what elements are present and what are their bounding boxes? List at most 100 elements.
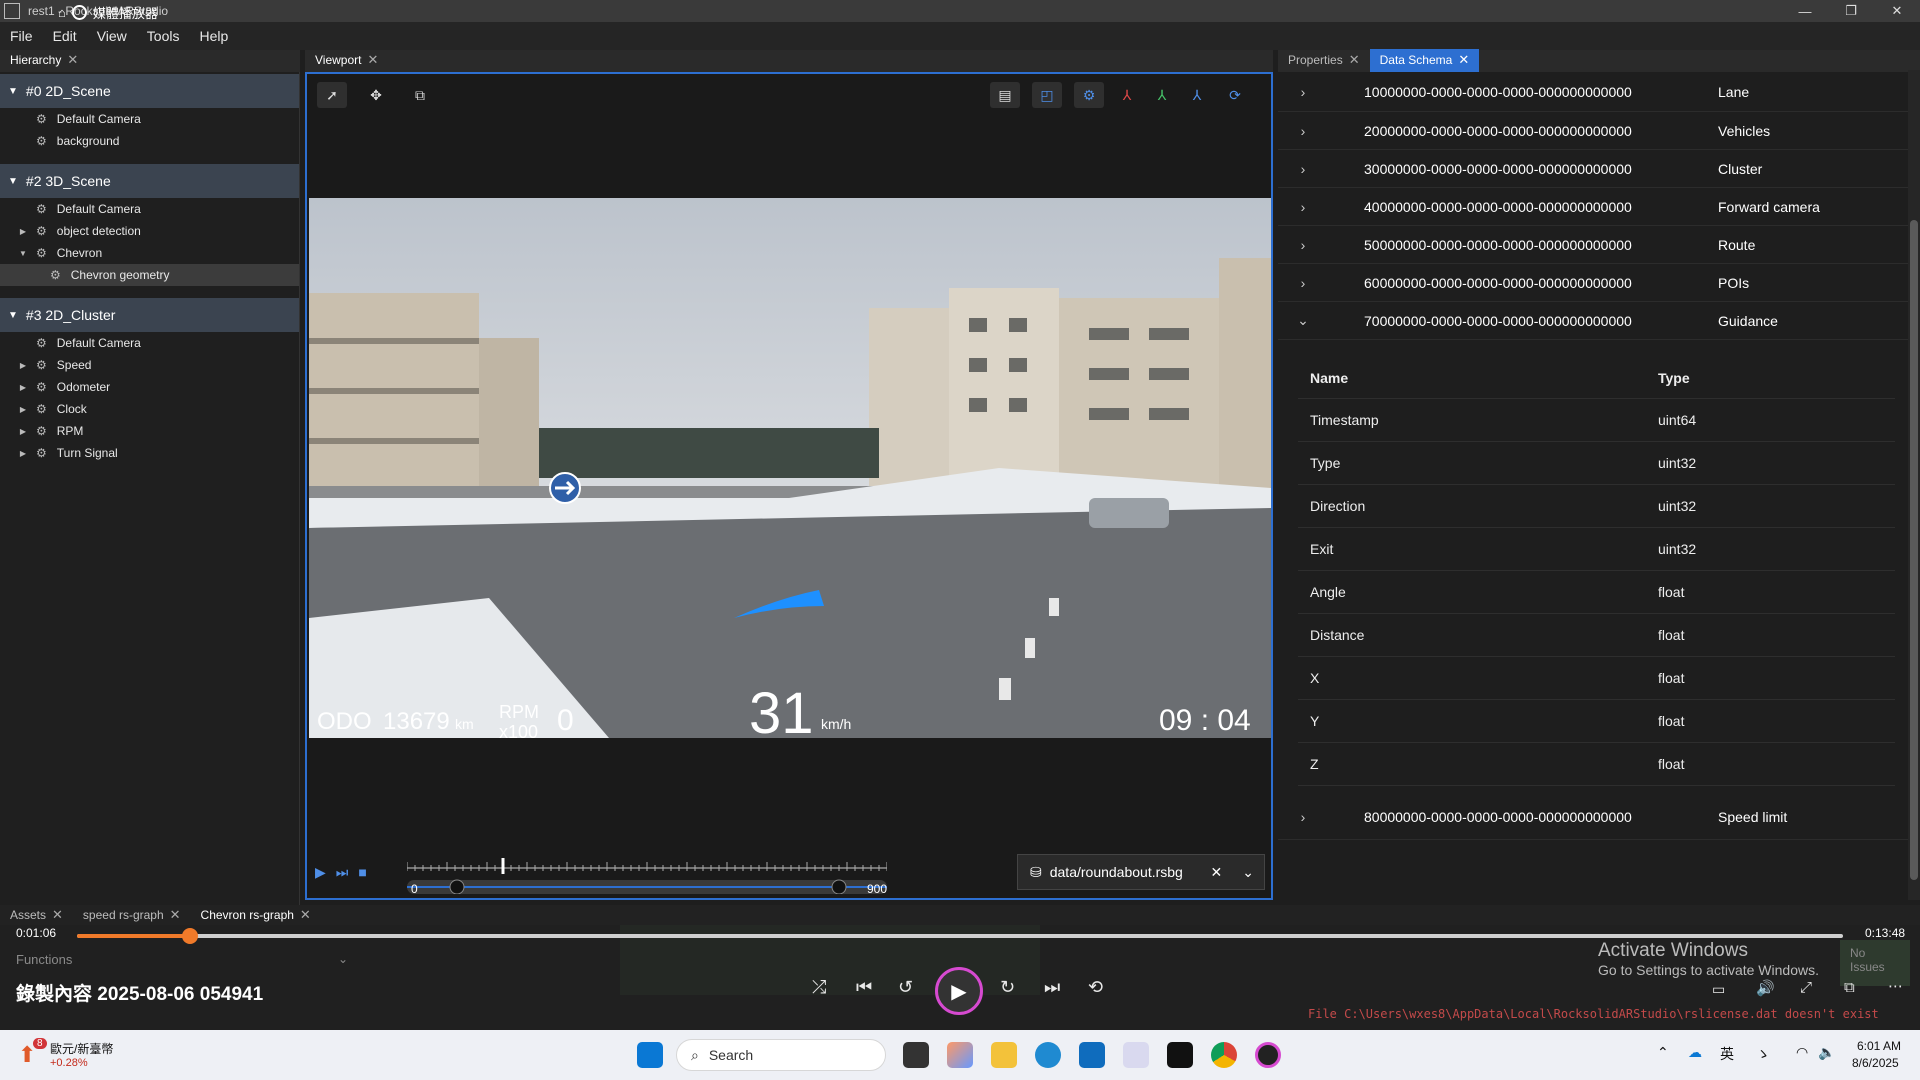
taskbar-search[interactable]: ⌕ Search [676,1039,886,1071]
hierarchy-node[interactable]: ▼ ⚙ Chevron [0,242,299,264]
chevron-right-icon[interactable]: › [1278,123,1328,139]
hierarchy-node[interactable]: ⚙ Default Camera [0,332,299,354]
chrome-icon[interactable] [1211,1042,1237,1068]
tab-properties[interactable]: Properties ✕ [1278,49,1370,72]
snipping-tool-icon[interactable] [1123,1042,1149,1068]
image-toggle-icon[interactable]: ▤ [990,82,1020,108]
axis-z-icon[interactable]: ⅄ [1182,82,1212,108]
hierarchy-node[interactable]: ▶ ⚙ RPM [0,420,299,442]
schema-row[interactable]: › 30000000-0000-0000-0000-000000000000 Clu… [1278,150,1920,188]
expand-icon[interactable]: ▶ [16,383,30,392]
menu-tools[interactable]: Tools [137,28,190,44]
expand-icon[interactable]: ▶ [16,361,30,370]
expand-icon[interactable]: ▶ [16,427,30,436]
close-icon[interactable]: ✕ [52,907,63,923]
home-icon[interactable]: ⌂ [58,5,66,20]
chevron-up-icon[interactable]: ⌃ [1657,1044,1669,1061]
chevron-down-icon[interactable]: ⌄ [1278,312,1328,329]
hierarchy-node[interactable]: ▶ ⚙ Odometer [0,376,299,398]
axis-y-icon[interactable]: ⅄ [1147,82,1177,108]
scene-header[interactable]: ▼ #3 2D_Cluster [0,298,299,332]
fullscreen-icon[interactable]: ⤢ [1800,979,1812,996]
shuffle-icon[interactable]: ⤮ [812,977,826,998]
tab-assets[interactable]: Assets ✕ [0,905,73,925]
data-file-selector[interactable]: ⛁ data/roundabout.rsbg ✕ ⌄ [1017,854,1265,890]
progress-handle[interactable] [182,928,199,944]
expand-triangle-icon[interactable]: ▼ [8,86,18,97]
hierarchy-node[interactable]: ▶ ⚙ Turn Signal [0,442,299,464]
chevron-down-icon[interactable]: ⌄ [338,952,348,966]
axis-x-icon[interactable]: ⅄ [1112,82,1142,108]
menu-edit[interactable]: Edit [43,28,87,44]
hierarchy-node[interactable]: ⚙ Default Camera [0,198,299,220]
expand-icon[interactable]: ▶ [16,405,30,414]
scale-tool-icon[interactable]: ⧉ [405,82,435,108]
edge-icon[interactable] [1035,1042,1061,1068]
onedrive-icon[interactable]: ☁ [1688,1044,1702,1061]
schema-row[interactable]: › 60000000-0000-0000-0000-000000000000 POI… [1278,264,1920,302]
refresh-icon[interactable]: ⟳ [1220,82,1250,108]
viewport-frame[interactable]: ➚ ✥ ⧉ ▤ ◰ ⚙ ⅄ ⅄ ⅄ ⟳ ODO 13679 km RPM x10… [305,72,1273,900]
media-player-taskbar-icon[interactable] [1255,1042,1281,1068]
expand-triangle-icon[interactable]: ▼ [8,310,18,321]
ime-indicator[interactable]: 英 [1720,1044,1734,1064]
chevron-right-icon[interactable]: › [1278,237,1328,253]
more-options-icon[interactable]: ⋯ [1888,977,1903,995]
copilot-icon[interactable] [947,1042,973,1068]
close-icon[interactable]: ✕ [367,52,378,68]
forward-30-icon[interactable]: ↻ [1000,977,1015,998]
rewind-10-icon[interactable]: ↺ [898,977,913,998]
start-icon[interactable] [637,1042,663,1068]
expand-icon[interactable]: ▶ [16,227,30,236]
chevron-right-icon[interactable]: › [1278,161,1328,177]
play-pause-button[interactable]: ▶ [935,967,983,1015]
close-icon[interactable]: ✕ [1349,52,1360,68]
close-button[interactable]: ✕ [1874,0,1920,22]
clear-file-icon[interactable]: ✕ [1211,864,1223,881]
tab-hierarchy[interactable]: Hierarchy ✕ [0,49,88,72]
expand-icon[interactable]: ▶ [16,449,30,458]
media-progress-bar[interactable] [77,928,1843,944]
schema-row-speed-limit[interactable]: › 80000000-0000-0000-0000-000000000000 S… [1278,794,1920,840]
hierarchy-node[interactable]: ▶ ⚙ Clock [0,398,299,420]
next-icon[interactable]: ⏭ [1044,977,1060,998]
schema-row[interactable]: › 50000000-0000-0000-0000-000000000000 Rou… [1278,226,1920,264]
range-end-handle[interactable] [831,879,847,894]
schema-row[interactable]: › 40000000-0000-0000-0000-000000000000 For… [1278,188,1920,226]
wifi-icon[interactable]: ◠ [1796,1044,1808,1061]
scene-header[interactable]: ▼ #0 2D_Scene [0,74,299,108]
layout-icon[interactable]: ◰ [1032,82,1062,108]
schema-row[interactable]: ⌄ 70000000-0000-0000-0000-000000000000 Gui… [1278,302,1920,340]
file-explorer-icon[interactable] [991,1042,1017,1068]
hierarchy-node[interactable]: ⚙ background [0,130,299,152]
repeat-icon[interactable]: ⟲ [1088,977,1103,998]
schema-row[interactable]: › 10000000-0000-0000-0000-000000000000 Lan… [1278,72,1920,112]
maximize-button[interactable]: ❐ [1828,0,1874,22]
captions-icon[interactable]: ▭ [1712,981,1725,998]
range-start-handle[interactable] [449,879,465,894]
select-tool-icon[interactable]: ➚ [317,82,347,108]
hierarchy-node[interactable]: ▶ ⚙ Speed [0,354,299,376]
input-mode-icon[interactable]: ゝ [1756,1044,1770,1064]
minimize-button[interactable]: — [1782,0,1828,22]
close-icon[interactable]: ✕ [300,907,311,923]
hierarchy-node[interactable]: ⚙ Default Camera [0,108,299,130]
menu-view[interactable]: View [87,28,137,44]
outlook-icon[interactable] [1079,1042,1105,1068]
chevron-down-icon[interactable]: ⌄ [1242,864,1254,881]
scene-header[interactable]: ▼ #2 3D_Scene [0,164,299,198]
chevron-right-icon[interactable]: › [1278,809,1328,825]
move-tool-icon[interactable]: ✥ [361,82,391,108]
studio-app-icon[interactable] [1167,1042,1193,1068]
hierarchy-node[interactable]: ⚙ Chevron geometry [0,264,299,286]
schema-row[interactable]: › 20000000-0000-0000-0000-000000000000 Veh… [1278,112,1920,150]
stop-icon[interactable]: ■ [358,864,366,881]
expand-triangle-icon[interactable]: ▼ [8,176,18,187]
menu-file[interactable]: File [0,28,43,44]
tab-chevron-graph[interactable]: Chevron rs-graph ✕ [191,905,321,925]
timeline-scrubber[interactable] [407,854,887,894]
volume-icon[interactable]: 🔊 [1756,979,1775,997]
schema-scrollbar[interactable] [1908,70,1920,900]
chevron-right-icon[interactable]: › [1278,275,1328,291]
task-view-icon[interactable] [903,1042,929,1068]
